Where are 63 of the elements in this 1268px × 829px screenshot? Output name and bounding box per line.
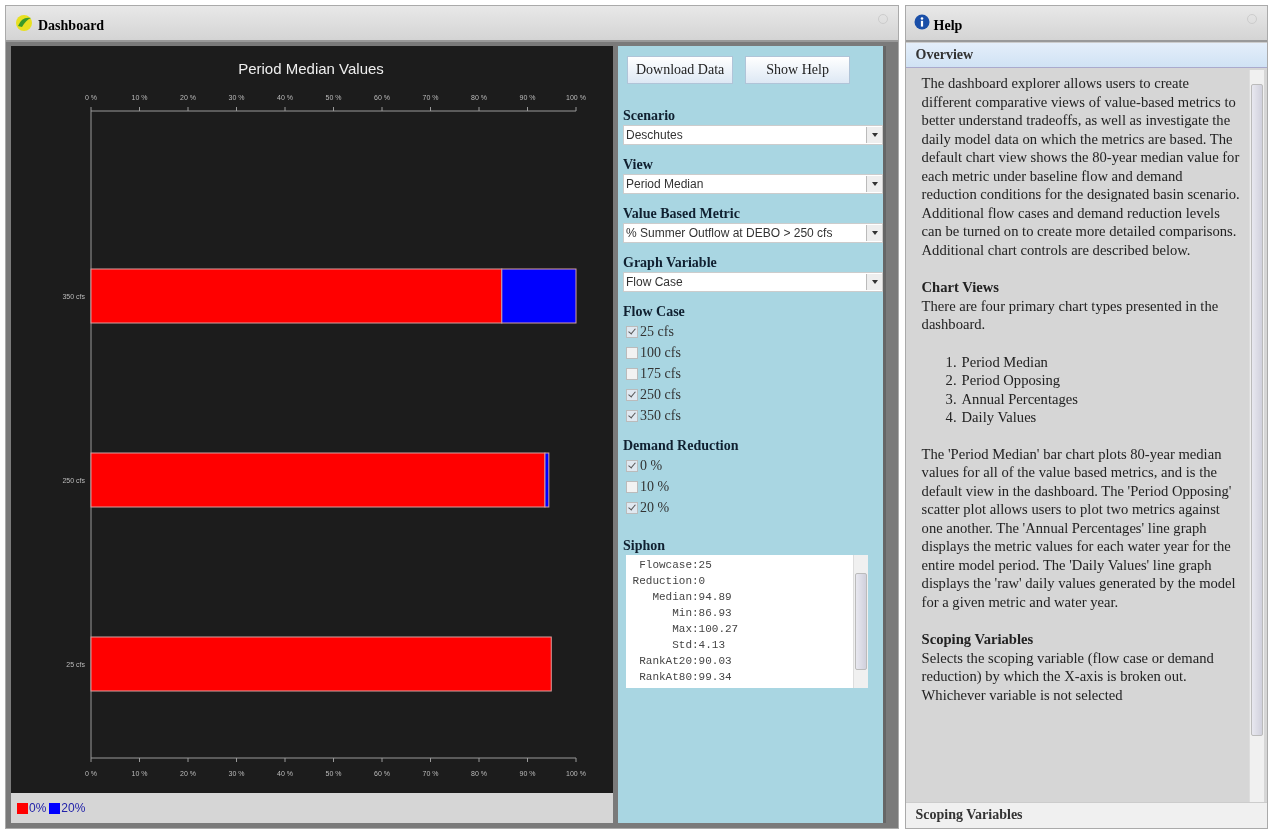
checkbox-label: 100 cfs — [640, 344, 681, 361]
panel-title: Help — [933, 18, 963, 34]
checkbox[interactable] — [626, 388, 638, 401]
list-number: 4. — [945, 408, 956, 427]
help-paragraph: The 'Period Median' bar chart plots 80-year median values for all of the value based metrics, and is the default view in the dashboard. The 'Period Opposing' scatter plot allows users to plot two metrics against one another. The 'Annual Percentages' line graph displays the metric values for each water year for the entire model period. The 'Daily Values' line graph displays the 'raw' daily values generated by the model for a given metric and water year. — [921, 444, 1237, 611]
legend-label: 0% — [29, 801, 47, 815]
legend-label: 20% — [61, 801, 86, 815]
checkbox-label: 350 cfs — [640, 407, 681, 424]
toolbar-button[interactable]: Download Data — [627, 56, 734, 84]
panel-title: Dashboard — [38, 18, 105, 34]
field-label: Value Based Metric — [623, 206, 741, 222]
dropdown[interactable]: Deschutes — [623, 125, 883, 145]
text-line: Median:94.89 — [651, 590, 733, 605]
list-number: 1. — [945, 352, 956, 371]
checkbox[interactable] — [626, 480, 638, 493]
list-number: 3. — [945, 389, 956, 408]
text-line: Flowcase:25 — [638, 558, 713, 573]
checkbox-label: 10 % — [640, 478, 670, 495]
help-paragraph: There are four primary chart types presented in the dashboard. — [921, 296, 1220, 334]
text-line: RankAt20:90.03 — [638, 654, 733, 669]
checkbox-label: 250 cfs — [640, 386, 681, 403]
checkbox[interactable] — [626, 367, 638, 380]
chart-title: Period Median Values — [238, 60, 384, 77]
checkbox[interactable] — [626, 346, 638, 359]
list-item: Annual Percentages — [961, 389, 1078, 408]
dropdown[interactable]: Period Median — [623, 174, 883, 194]
text-line: Min:86.93 — [671, 606, 733, 621]
checkbox-label: 25 cfs — [640, 323, 674, 340]
text-area[interactable]: Flowcase:25 Reduction:0 Median:94.89 Min:86.93 Max:100.27 Std:4.13 RankAt20:90.03 RankAt80:99.34 — [626, 555, 868, 688]
text-line: RankAt80:99.34 — [638, 670, 733, 685]
list-item: Period Opposing — [961, 371, 1061, 390]
toolbar-button[interactable]: Show Help — [745, 56, 850, 84]
field-label: Flow Case — [623, 304, 686, 320]
text-line: Reduction:0 — [631, 574, 707, 589]
text-line: Std:4.13 — [671, 638, 727, 653]
field-label: Graph Variable — [623, 255, 718, 271]
scrollbar[interactable] — [1249, 70, 1264, 802]
help-heading: Chart Views — [921, 278, 1000, 297]
dropdown[interactable]: % Summer Outflow at DEBO > 250 cfs — [623, 223, 883, 243]
list-item: Period Median — [961, 352, 1048, 371]
leaf-logo-icon — [14, 13, 34, 33]
checkbox[interactable] — [626, 409, 638, 422]
checkbox[interactable] — [626, 501, 638, 514]
accordion-header[interactable]: Overview — [905, 42, 1267, 68]
checkbox[interactable] — [626, 325, 638, 338]
help-heading: Scoping Variables — [921, 630, 1035, 649]
help-paragraph: Selects the scoping variable (flow case or demand reduction) by which the X-axis is broken out. Whichever variable is not selected — [921, 648, 1215, 704]
field-label: Demand Reduction — [623, 438, 740, 454]
info-icon — [913, 14, 930, 30]
text-line: Max:100.27 — [671, 622, 740, 637]
field-label: Scenario — [623, 108, 677, 124]
list-number: 2. — [945, 371, 956, 390]
checkbox-label: 0 % — [640, 457, 663, 474]
checkbox-label: 175 cfs — [640, 365, 681, 382]
scrollbar[interactable] — [853, 555, 868, 688]
help-paragraph: The dashboard explorer allows users to create different comparative views of value-based metrics to better understand tradeoffs, as well as investigate the daily model data on which the metrics are based. The default chart view shows the 80-year median value for each metric under baseline flow and demand reduction conditions for the designated basin scenario. Additional flow cases and demand reduction levels can be turned on to create more detailed comparisons. Additional chart controls are described below. — [921, 74, 1241, 259]
field-label: Siphon — [623, 538, 667, 554]
dropdown[interactable]: Flow Case — [623, 272, 883, 292]
accordion-header[interactable]: Scoping Variables — [905, 802, 1267, 828]
checkbox[interactable] — [626, 459, 638, 472]
checkbox-label: 20 % — [640, 499, 670, 516]
list-item: Daily Values — [961, 408, 1037, 427]
field-label: View — [623, 157, 654, 173]
